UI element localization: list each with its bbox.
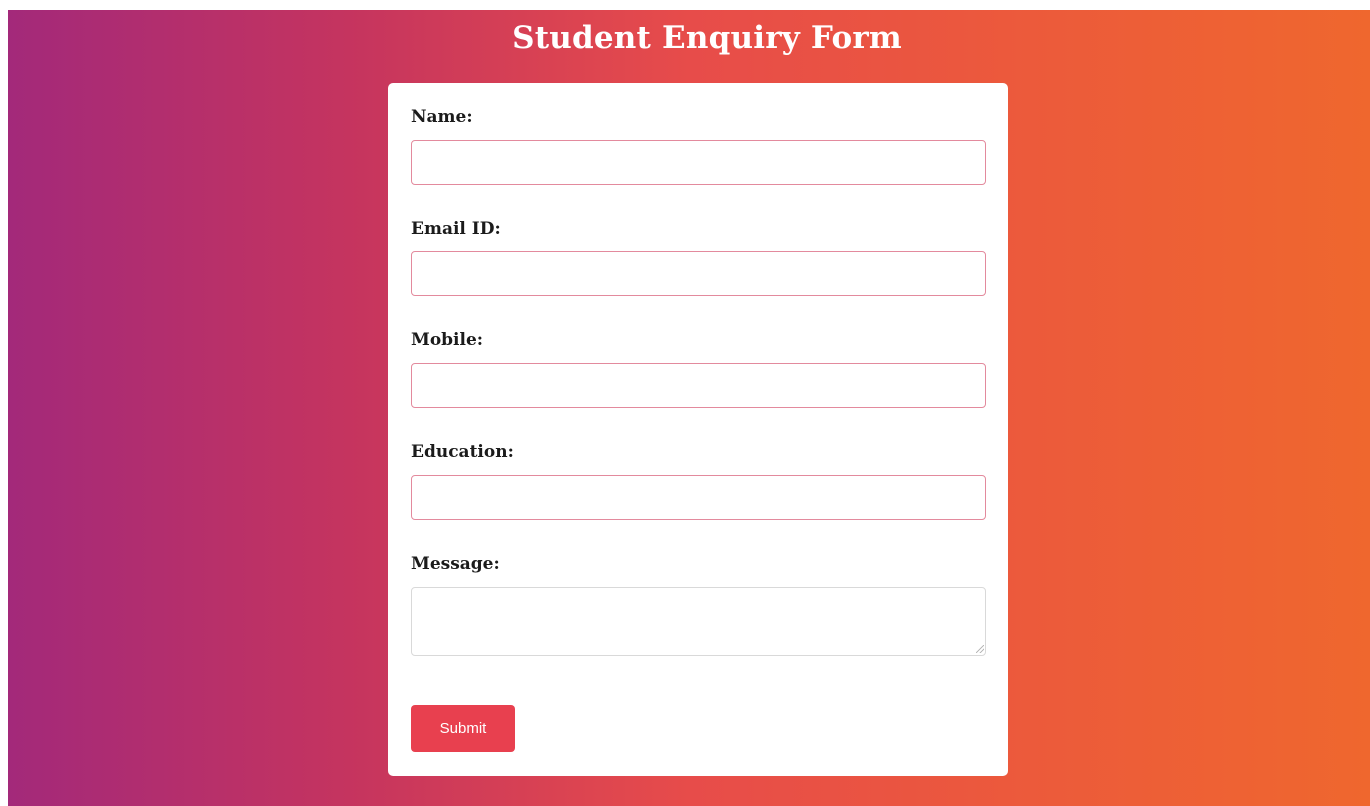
name-label: Name: bbox=[411, 107, 473, 127]
message-label: Message: bbox=[411, 554, 500, 574]
submit-button[interactable]: Submit bbox=[411, 705, 515, 752]
name-field[interactable] bbox=[411, 140, 986, 185]
page-title: Student Enquiry Form bbox=[512, 20, 902, 56]
email-label: Email ID: bbox=[411, 219, 501, 239]
gradient-background: Student Enquiry Form Name: Email ID: Mob… bbox=[8, 10, 1370, 806]
mobile-field[interactable] bbox=[411, 363, 986, 408]
education-label: Education: bbox=[411, 442, 514, 462]
mobile-label: Mobile: bbox=[411, 330, 484, 350]
message-field-wrapper bbox=[388, 587, 1008, 656]
enquiry-form-card: Name: Email ID: Mobile: Education: Messa… bbox=[388, 83, 1008, 776]
email-field[interactable] bbox=[411, 251, 986, 296]
resize-grip-icon[interactable] bbox=[976, 645, 984, 653]
message-field[interactable] bbox=[411, 587, 986, 656]
education-field[interactable] bbox=[411, 475, 986, 520]
